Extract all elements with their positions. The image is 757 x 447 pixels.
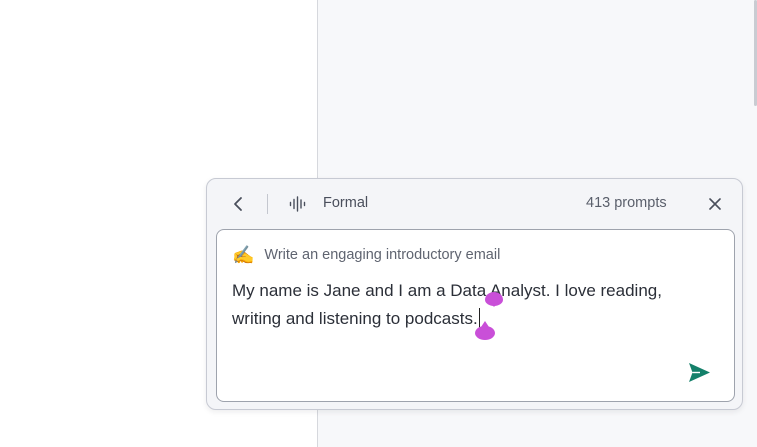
prompt-title: Write an engaging introductory email xyxy=(264,247,501,263)
app-window: Formal 413 prompts ✍️ Write an engaging … xyxy=(0,0,757,447)
prompt-row: ✍️ Write an engaging introductory email xyxy=(232,245,500,265)
selection-handle-end[interactable] xyxy=(475,321,495,340)
sound-wave-icon xyxy=(289,196,306,212)
close-icon xyxy=(709,198,721,210)
user-text: My name is Jane and I am a Data Analyst.… xyxy=(232,281,662,328)
text-caret xyxy=(478,308,480,328)
writing-hand-icon: ✍️ xyxy=(232,245,255,265)
panel-header: Formal 413 prompts xyxy=(207,179,742,229)
chevron-left-icon xyxy=(234,197,242,211)
prompt-panel: Formal 413 prompts ✍️ Write an engaging … xyxy=(206,178,743,410)
header-separator xyxy=(267,194,268,214)
prompt-count: 413 prompts xyxy=(586,195,667,211)
tone-selector[interactable]: Formal xyxy=(323,195,368,211)
close-button[interactable] xyxy=(704,193,726,215)
selection-handle-start[interactable] xyxy=(485,292,503,307)
prompt-textbox[interactable]: ✍️ Write an engaging introductory email … xyxy=(216,229,735,402)
back-button[interactable] xyxy=(227,193,249,215)
user-text-input[interactable]: My name is Jane and I am a Data Analyst.… xyxy=(232,277,702,333)
send-button[interactable] xyxy=(687,360,711,384)
send-icon xyxy=(688,362,710,382)
